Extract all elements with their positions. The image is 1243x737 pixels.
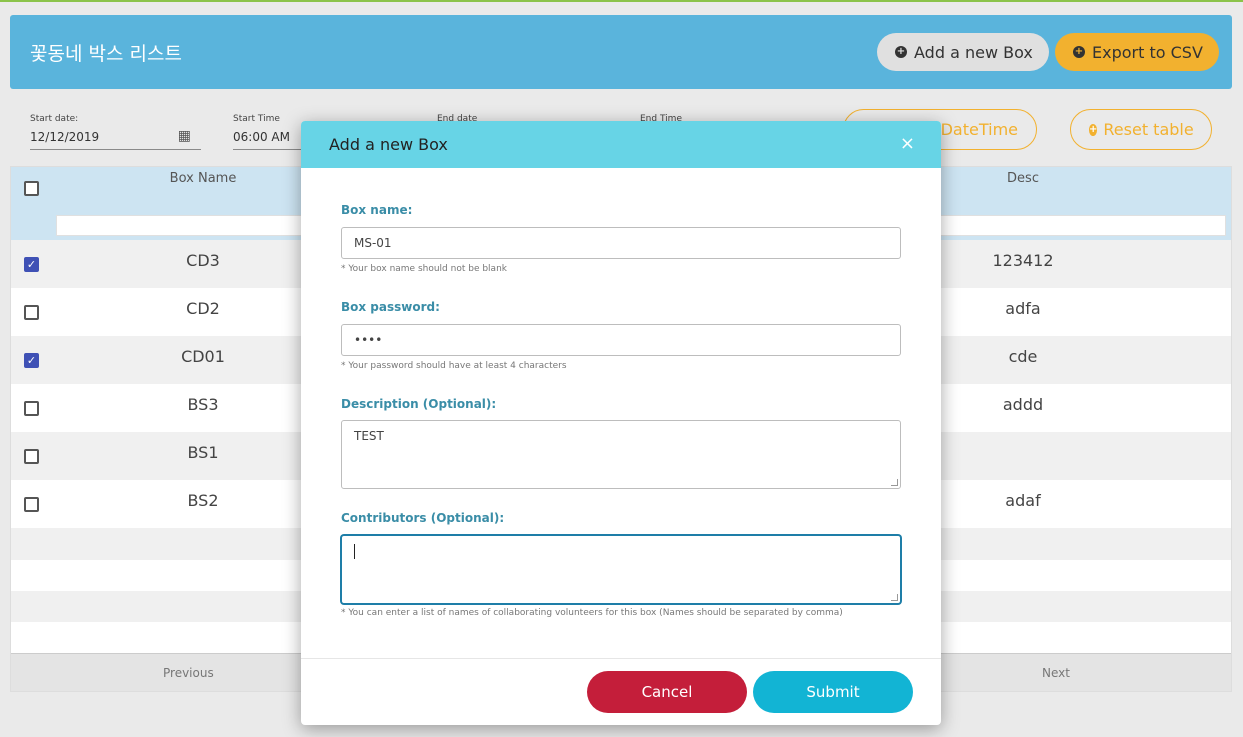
plus-circle-icon: + (895, 46, 907, 58)
next-page-button[interactable]: Next (1042, 666, 1070, 680)
col-header-box-name[interactable]: Box Name (103, 171, 303, 186)
box-name-label: Box name: (341, 203, 413, 217)
plus-circle-icon: + (1073, 46, 1085, 58)
page-header: 꽃동네 박스 리스트 + Add a new Box + Export to C… (10, 15, 1232, 89)
add-box-modal: Add a new Box × Box name: MS-01 * Your b… (301, 121, 941, 725)
desc-cell: 123412 (992, 251, 1054, 270)
add-box-button[interactable]: + Add a new Box (877, 33, 1049, 71)
resize-handle[interactable] (891, 594, 898, 601)
start-time-input[interactable]: 06:00 AM (233, 128, 301, 150)
modal-footer-divider (301, 658, 941, 659)
col-header-desc[interactable]: Desc (923, 171, 1123, 186)
plus-circle-icon: + (1089, 123, 1098, 136)
cancel-button[interactable]: Cancel (587, 671, 747, 713)
contributors-hint: * You can enter a list of names of colla… (341, 608, 843, 618)
contributors-label: Contributors (Optional): (341, 511, 505, 525)
contributors-textarea[interactable] (341, 535, 901, 604)
previous-page-button[interactable]: Previous (163, 666, 214, 680)
row-checkbox[interactable] (24, 449, 39, 464)
calendar-icon[interactable]: ▦ (178, 128, 191, 144)
box-name-cell: BS1 (187, 443, 219, 462)
start-date-value: 12/12/2019 (30, 130, 100, 144)
description-label: Description (Optional): (341, 397, 497, 411)
row-checkbox[interactable] (24, 305, 39, 320)
page-title: 꽃동네 박스 리스트 (30, 43, 182, 65)
export-csv-button[interactable]: + Export to CSV (1055, 33, 1219, 71)
desc-cell: addd (1002, 395, 1044, 414)
start-time-label: Start Time (233, 114, 280, 124)
row-checkbox[interactable]: ✓ (24, 257, 39, 272)
datetime-filter-label: DateTime (940, 120, 1018, 139)
desc-cell: adfa (1005, 299, 1041, 318)
box-password-value: •••• (354, 333, 383, 347)
select-all-checkbox[interactable] (24, 181, 39, 196)
modal-title: Add a new Box (329, 135, 448, 154)
start-date-label: Start date: (30, 114, 79, 124)
box-name-cell: CD2 (186, 299, 220, 318)
resize-handle[interactable] (891, 479, 898, 486)
row-checkbox[interactable] (24, 401, 39, 416)
reset-table-label: Reset table (1103, 120, 1194, 139)
start-date-input[interactable]: 12/12/2019 ▦ (30, 128, 201, 150)
submit-button[interactable]: Submit (753, 671, 913, 713)
box-name-input[interactable]: MS-01 (341, 227, 901, 259)
text-caret (354, 544, 355, 559)
box-name-cell: CD3 (186, 251, 220, 270)
box-password-input[interactable]: •••• (341, 324, 901, 356)
box-password-hint: * Your password should have at least 4 c… (341, 361, 567, 371)
modal-header: Add a new Box × (301, 121, 941, 168)
box-name-hint: * Your box name should not be blank (341, 264, 507, 274)
close-icon[interactable]: × (900, 133, 915, 154)
add-box-label: Add a new Box (914, 42, 1033, 62)
box-name-cell: BS2 (187, 491, 219, 510)
top-accent-line (0, 0, 1243, 2)
desc-cell: cde (1008, 347, 1038, 366)
box-name-value: MS-01 (354, 236, 392, 250)
box-name-cell: CD01 (181, 347, 225, 366)
box-name-cell: BS3 (187, 395, 219, 414)
description-value: TEST (354, 429, 384, 443)
desc-cell: adaf (1005, 491, 1041, 510)
row-checkbox[interactable]: ✓ (24, 353, 39, 368)
row-checkbox[interactable] (24, 497, 39, 512)
description-textarea[interactable]: TEST (341, 420, 901, 489)
start-time-value: 06:00 AM (233, 130, 290, 144)
box-password-label: Box password: (341, 300, 440, 314)
reset-table-button[interactable]: + Reset table (1070, 109, 1212, 150)
export-csv-label: Export to CSV (1092, 42, 1203, 62)
